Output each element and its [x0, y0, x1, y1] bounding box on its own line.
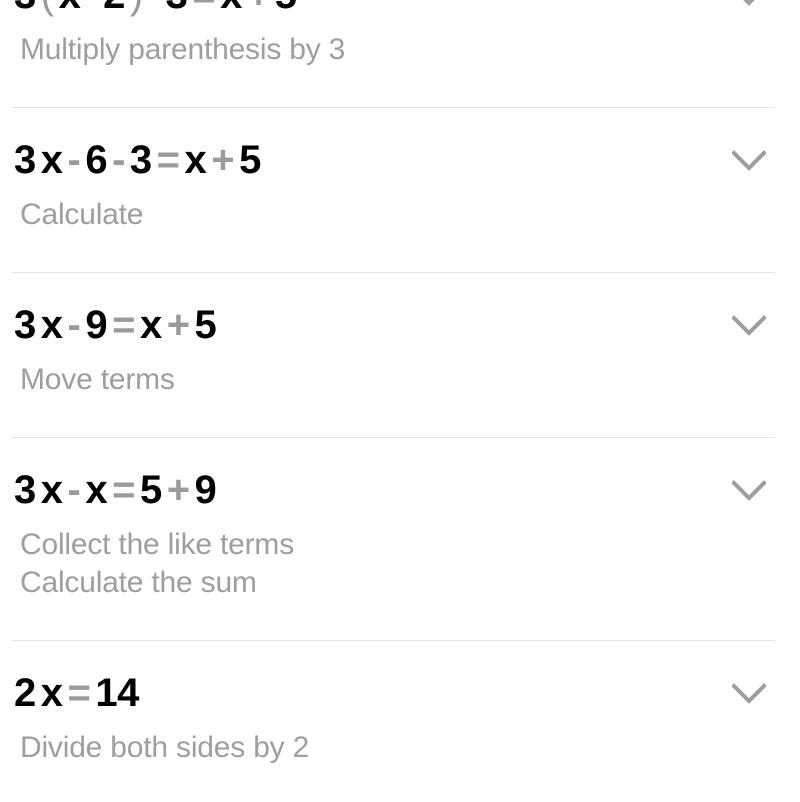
- equation-token-num: 3: [14, 468, 36, 512]
- equation-token-var: x: [220, 0, 242, 17]
- step-description-line: Collect the like terms: [20, 528, 295, 561]
- equation-token-op: -: [148, 0, 161, 17]
- step-description-line: Calculate the sum: [20, 566, 257, 599]
- step-header[interactable]: 3 x -9 = x +5: [0, 303, 800, 347]
- equation-token-op: +: [166, 303, 190, 347]
- equation-expression: 3 x - x = 5 +9: [14, 468, 217, 512]
- chevron-down-icon[interactable]: [732, 315, 766, 337]
- equation-token-num: 9: [85, 303, 108, 347]
- equation-token-op: -: [67, 468, 81, 512]
- equation-token-op: +: [247, 0, 270, 17]
- equation-token-op: +: [211, 138, 235, 182]
- step-description-line: Calculate: [20, 198, 144, 231]
- chevron-down-icon[interactable]: [732, 150, 766, 172]
- equation-token-num: 14: [95, 671, 139, 715]
- step-bottom-spacer: [0, 602, 800, 640]
- equation-token-num: 3: [14, 303, 36, 347]
- equation-token-num: 2: [103, 0, 125, 17]
- step-header[interactable]: 3 x - x = 5 +9: [0, 468, 800, 512]
- equation-expression: 2 x = 14: [14, 671, 139, 715]
- step-description: Multiply parenthesis by 3: [0, 31, 800, 69]
- equation-token-op: =: [112, 468, 135, 512]
- step-bottom-spacer: [0, 767, 800, 802]
- step-top-spacer: [0, 273, 800, 303]
- solution-step-1: 3(x-2)-3=x+5Multiply parenthesis by 3: [0, 0, 800, 107]
- equation-token-var: x: [40, 303, 63, 347]
- equation-token-op: +: [166, 468, 190, 512]
- step-description-line: Move terms: [20, 363, 175, 396]
- step-description-line: Multiply parenthesis by 3: [20, 33, 346, 66]
- chevron-down-icon[interactable]: [732, 480, 766, 502]
- solution-step-2: 3 x -6-3 = x +5 Calculate: [0, 108, 800, 272]
- equation-token-num: 3: [14, 138, 36, 182]
- step-description-line: Divide both sides by 2: [20, 731, 310, 764]
- step-header[interactable]: 3(x-2)-3=x+5: [0, 0, 800, 17]
- solution-step-5: 2 x = 14 Divide both sides by 2: [0, 641, 800, 802]
- step-description: Calculate: [0, 196, 800, 234]
- step-header[interactable]: 3 x -6-3 = x +5: [0, 138, 800, 182]
- equation-token-num: 3: [129, 138, 152, 182]
- equation-token-var: x: [40, 138, 63, 182]
- equation-token-op: -: [67, 303, 81, 347]
- step-header[interactable]: 2 x = 14: [0, 671, 800, 715]
- chevron-down-icon[interactable]: [732, 0, 766, 7]
- equation-token-op: =: [156, 138, 180, 182]
- equation-token-num: 6: [85, 138, 108, 182]
- equation-token-num: 5: [275, 0, 297, 17]
- equation-token-var: x: [85, 468, 108, 512]
- equation-token-num: 3: [14, 0, 36, 17]
- chevron-down-icon[interactable]: [732, 683, 766, 705]
- solution-step-4: 3 x - x = 5 +9 Collect the like terms Calculate …: [0, 438, 800, 640]
- equation-token-op: -: [112, 138, 125, 182]
- solution-steps-list: 3(x-2)-3=x+5Multiply parenthesis by 33x-…: [0, 0, 800, 802]
- equation-token-var: x: [40, 671, 63, 715]
- equation-token-num: 5: [194, 303, 217, 347]
- step-description: Collect the like terms Calculate the sum: [0, 526, 800, 602]
- step-description: Divide both sides by 2: [0, 729, 800, 767]
- step-top-spacer: [0, 108, 800, 138]
- equation-token-paren: (: [41, 0, 54, 17]
- equation-token-op: =: [112, 303, 135, 347]
- equation-token-op: =: [67, 671, 91, 715]
- step-description: Move terms: [0, 361, 800, 399]
- equation-token-num: 5: [239, 138, 261, 182]
- step-bottom-spacer: [0, 234, 800, 272]
- step-top-spacer: [0, 641, 800, 671]
- equation-token-paren: ): [130, 0, 143, 17]
- step-bottom-spacer: [0, 399, 800, 437]
- equation-token-num: 3: [166, 0, 188, 17]
- equation-expression: 3 x -9 = x +5: [14, 303, 217, 347]
- equation-token-var: x: [184, 138, 207, 182]
- equation-token-op: -: [67, 138, 81, 182]
- equation-token-var: x: [40, 468, 63, 512]
- equation-expression: 3 x -6-3 = x +5: [14, 138, 261, 182]
- equation-token-num: 2: [14, 671, 36, 715]
- equation-token-op: =: [192, 0, 215, 17]
- equation-token-num: 5: [139, 468, 162, 512]
- equation-token-var: x: [59, 0, 81, 17]
- step-bottom-spacer: [0, 69, 800, 107]
- equation-token-num: 9: [194, 468, 217, 512]
- equation-token-var: x: [139, 303, 162, 347]
- equation-token-op: -: [85, 0, 98, 17]
- step-top-spacer: [0, 438, 800, 468]
- equation-expression: 3(x-2)-3=x+5: [14, 0, 297, 17]
- solution-step-3: 3 x -9 = x +5 Move terms: [0, 273, 800, 437]
